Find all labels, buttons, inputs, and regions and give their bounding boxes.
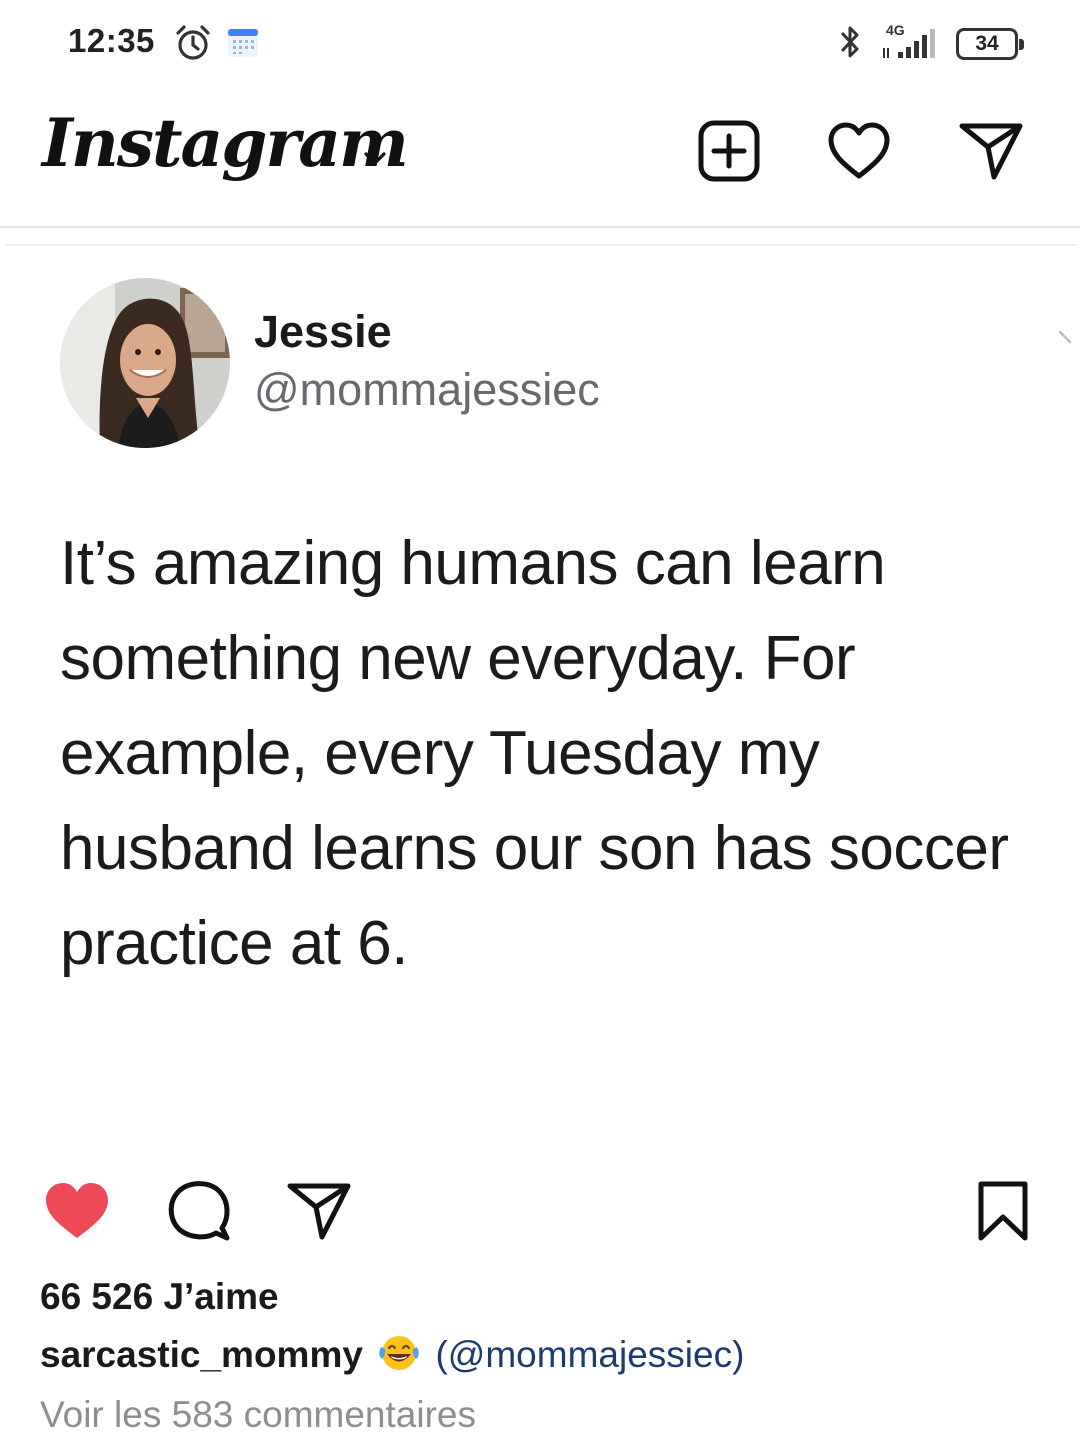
instagram-logo[interactable]: Instagram bbox=[42, 104, 409, 182]
battery-level: 34 bbox=[975, 32, 999, 55]
caption-mention-link[interactable]: (@mommajessiec) bbox=[435, 1334, 744, 1375]
calendar-notification-icon bbox=[228, 29, 258, 57]
tweet-author-handle: @mommajessiec bbox=[254, 364, 600, 415]
share-button[interactable] bbox=[284, 1176, 354, 1246]
post-top-border bbox=[6, 244, 1076, 246]
post-action-bar bbox=[0, 1170, 1080, 1250]
laughing-tears-emoji-icon bbox=[379, 1336, 419, 1370]
app-header: Instagram bbox=[0, 88, 1080, 228]
like-button[interactable] bbox=[42, 1176, 112, 1246]
tweet-author-name: Jessie bbox=[254, 306, 392, 357]
chevron-down-icon bbox=[1058, 330, 1072, 344]
chevron-down-icon[interactable] bbox=[358, 146, 392, 170]
save-button[interactable] bbox=[968, 1176, 1038, 1246]
bookmark-icon bbox=[978, 1181, 1028, 1241]
signal-icon bbox=[883, 29, 935, 58]
paper-plane-icon bbox=[287, 1183, 351, 1240]
direct-messages-button[interactable] bbox=[954, 114, 1028, 188]
activity-button[interactable] bbox=[822, 114, 896, 188]
caption-username[interactable]: sarcastic_mommy bbox=[40, 1334, 363, 1375]
post-caption: sarcastic_mommy (@mommajessiec) bbox=[40, 1333, 744, 1376]
heart-filled-icon bbox=[46, 1183, 108, 1238]
status-bar: 12:35 4G 34 bbox=[0, 0, 1080, 88]
alarm-icon bbox=[176, 25, 210, 60]
plus-square-icon bbox=[698, 120, 760, 182]
likes-count[interactable]: 66 526 J’aime bbox=[40, 1276, 279, 1318]
heart-outline-icon bbox=[828, 122, 890, 179]
tweet-text: It’s amazing humans can learn something … bbox=[60, 529, 1009, 978]
comment-icon bbox=[168, 1181, 230, 1241]
post-image[interactable]: Jessie @mommajessiec It’s amazing humans… bbox=[0, 250, 1080, 1150]
header-divider bbox=[0, 226, 1080, 228]
bluetooth-icon bbox=[840, 26, 859, 58]
new-post-button[interactable] bbox=[692, 114, 766, 188]
avatar bbox=[60, 278, 230, 448]
battery-icon: 34 bbox=[956, 28, 1024, 60]
status-time: 12:35 bbox=[68, 22, 155, 59]
view-comments-link[interactable]: Voir les 583 commentaires bbox=[40, 1394, 476, 1436]
paper-plane-icon bbox=[959, 123, 1023, 180]
comment-button[interactable] bbox=[164, 1176, 234, 1246]
